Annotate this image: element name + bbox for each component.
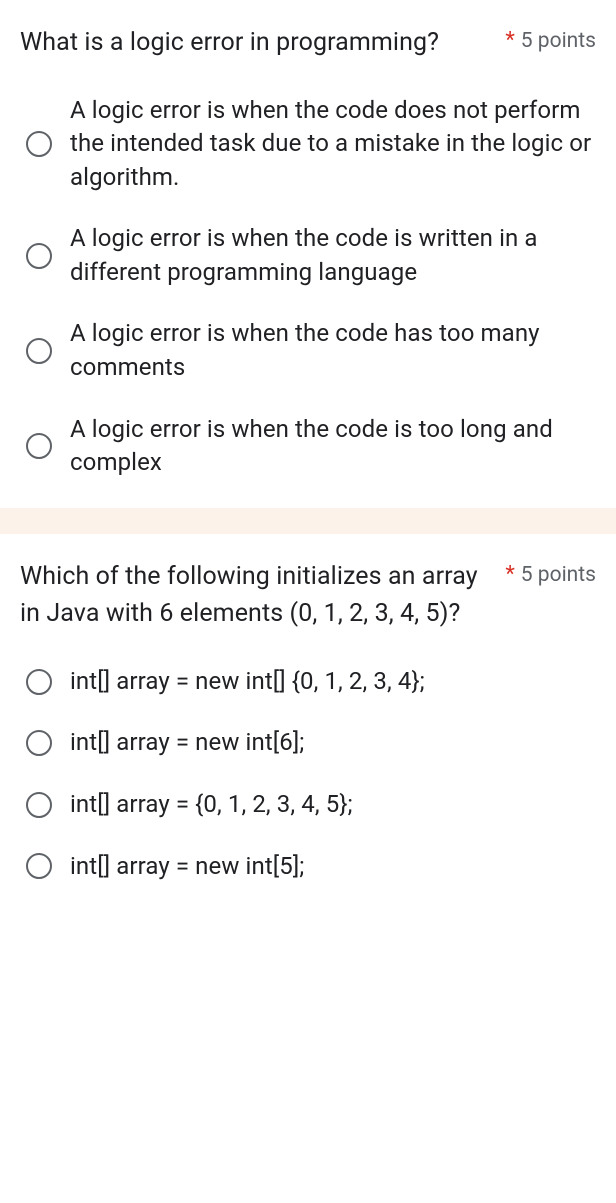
question-text: What is a logic error in programming? — [20, 24, 497, 62]
option-label: A logic error is when the code is too lo… — [70, 413, 596, 480]
option-row[interactable]: A logic error is when the code has too m… — [26, 317, 596, 384]
option-row[interactable]: int[] array = new int[6]; — [26, 726, 596, 760]
radio-icon[interactable] — [26, 243, 52, 269]
option-row[interactable]: int[] array = new int[5]; — [26, 850, 596, 884]
option-label: A logic error is when the code is writte… — [70, 222, 596, 289]
question-block-2: Which of the following initializes an ar… — [0, 534, 616, 911]
options-list: int[] array = new int[] {0, 1, 2, 3, 4};… — [20, 665, 596, 883]
options-list: A logic error is when the code does not … — [20, 94, 596, 480]
required-star: * — [505, 28, 514, 53]
option-row[interactable]: int[] array = new int[] {0, 1, 2, 3, 4}; — [26, 665, 596, 699]
points-label: 5 points — [521, 563, 596, 587]
option-row[interactable]: int[] array = {0, 1, 2, 3, 4, 5}; — [26, 788, 596, 822]
question-block-1: What is a logic error in programming? * … — [0, 0, 616, 508]
option-row[interactable]: A logic error is when the code is writte… — [26, 222, 596, 289]
radio-icon[interactable] — [26, 792, 52, 818]
radio-icon[interactable] — [26, 338, 52, 364]
option-label: int[] array = new int[] {0, 1, 2, 3, 4}; — [70, 665, 425, 699]
radio-icon[interactable] — [26, 669, 52, 695]
question-header: Which of the following initializes an ar… — [20, 558, 596, 633]
option-label: A logic error is when the code does not … — [70, 94, 596, 195]
required-points: * 5 points — [505, 558, 596, 587]
radio-icon[interactable] — [26, 730, 52, 756]
required-star: * — [505, 562, 514, 587]
option-label: A logic error is when the code has too m… — [70, 317, 596, 384]
radio-icon[interactable] — [26, 433, 52, 459]
radio-icon[interactable] — [26, 131, 52, 157]
option-row[interactable]: A logic error is when the code does not … — [26, 94, 596, 195]
points-label: 5 points — [521, 29, 596, 53]
required-points: * 5 points — [505, 24, 596, 53]
option-label: int[] array = new int[5]; — [70, 850, 304, 884]
question-header: What is a logic error in programming? * … — [20, 24, 596, 62]
radio-icon[interactable] — [26, 853, 52, 879]
question-text: Which of the following initializes an ar… — [20, 558, 497, 633]
option-row[interactable]: A logic error is when the code is too lo… — [26, 413, 596, 480]
option-label: int[] array = new int[6]; — [70, 726, 304, 760]
section-divider — [0, 508, 616, 534]
option-label: int[] array = {0, 1, 2, 3, 4, 5}; — [70, 788, 353, 822]
